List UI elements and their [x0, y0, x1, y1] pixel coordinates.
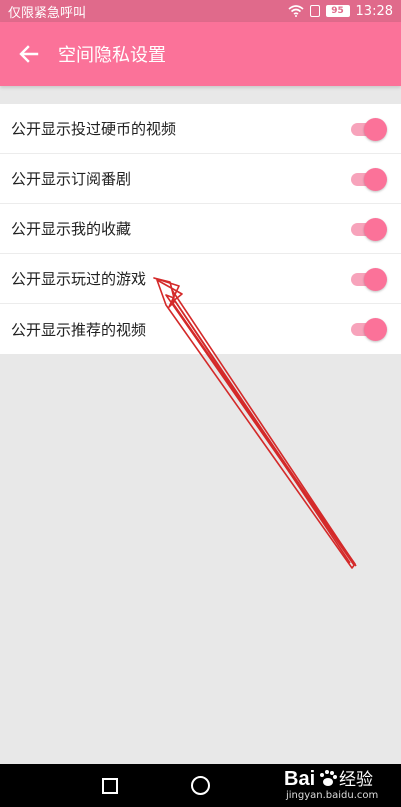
toggle-switch[interactable]	[349, 167, 387, 191]
carrier-text: 仅限紧急呼叫	[8, 5, 87, 21]
settings-list: 公开显示投过硬币的视频 公开显示订阅番剧 公开显示我的收藏 公开显示玩过的游戏 …	[0, 104, 401, 354]
baidu-jingyan-watermark: Bai 经验 jingyan.baidu.com	[284, 766, 396, 804]
app-bar: 空间隐私设置	[0, 22, 401, 86]
svg-text:Bai: Bai	[284, 768, 315, 790]
arrow-left-icon	[19, 45, 39, 63]
sim-icon	[309, 5, 320, 17]
page-title: 空间隐私设置	[58, 45, 166, 66]
setting-label: 公开显示投过硬币的视频	[11, 120, 177, 138]
setting-row-games[interactable]: 公开显示玩过的游戏	[0, 254, 401, 304]
setting-row-recommended[interactable]: 公开显示推荐的视频	[0, 304, 401, 354]
toggle-thumb	[364, 318, 387, 341]
toggle-thumb	[364, 217, 387, 241]
setting-row-bangumi[interactable]: 公开显示订阅番剧	[0, 154, 401, 204]
home-icon[interactable]	[191, 776, 210, 795]
setting-label: 公开显示订阅番剧	[11, 170, 132, 188]
setting-label: 公开显示推荐的视频	[11, 320, 147, 339]
setting-label: 公开显示玩过的游戏	[11, 270, 147, 288]
toggle-switch[interactable]	[349, 117, 387, 141]
watermark-url: jingyan.baidu.com	[286, 790, 379, 801]
back-button[interactable]	[0, 22, 58, 86]
toggle-switch[interactable]	[349, 317, 387, 341]
toggle-switch[interactable]	[349, 217, 387, 241]
setting-row-favorites[interactable]: 公开显示我的收藏	[0, 204, 401, 254]
setting-row-coins[interactable]: 公开显示投过硬币的视频	[0, 104, 401, 154]
svg-text:经验: 经验	[339, 770, 373, 790]
battery-icon: 95	[325, 5, 350, 17]
toggle-thumb	[364, 167, 387, 191]
toggle-thumb	[364, 267, 387, 291]
toggle-thumb	[364, 117, 387, 141]
status-bar: 仅限紧急呼叫 95 13:28	[0, 0, 401, 22]
recent-apps-icon[interactable]	[102, 778, 118, 794]
clock: 13:28	[355, 3, 393, 19]
toggle-switch[interactable]	[349, 267, 387, 291]
wifi-icon	[288, 5, 304, 17]
status-icons: 95 13:28	[288, 4, 393, 19]
baidu-logo: Bai 经验	[284, 768, 373, 790]
setting-label: 公开显示我的收藏	[11, 220, 132, 238]
